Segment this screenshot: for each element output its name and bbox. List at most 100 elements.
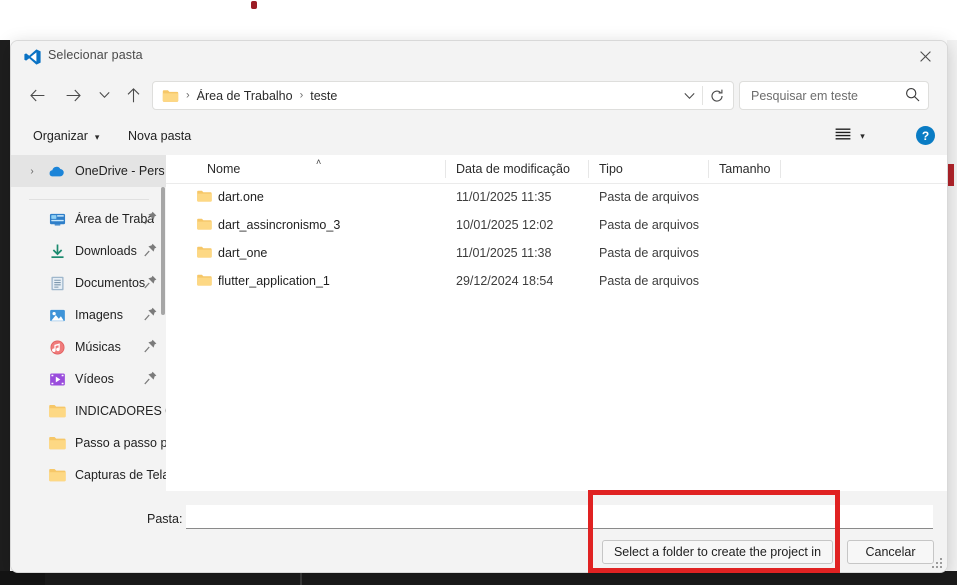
column-header-tipo-label: Tipo <box>599 162 623 176</box>
table-row[interactable]: dart_one 11/01/2025 11:38 Pasta de arquivo… <box>166 239 947 267</box>
vscode-icon <box>24 49 41 65</box>
sidebar-item-label: Downloads <box>75 244 137 258</box>
sidebar-item-downloads[interactable]: Downloads <box>11 235 166 267</box>
arrow-right-icon[interactable] <box>58 80 88 110</box>
address-bar[interactable]: › Área de Trabalho › teste <box>152 81 734 110</box>
breadcrumb-item-1[interactable]: teste <box>310 89 337 103</box>
column-header-data[interactable]: Data de modificação <box>445 155 588 183</box>
help-icon[interactable]: ? <box>916 126 935 145</box>
search-input[interactable] <box>751 88 891 103</box>
breadcrumb-separator-0: › <box>186 89 190 101</box>
cell-name: dart.one <box>218 190 264 204</box>
music-icon <box>47 338 67 356</box>
pin-icon[interactable] <box>144 307 157 326</box>
sidebar-item-label: Imagens <box>75 308 123 322</box>
sidebar-item-passo-a-passo-pa[interactable]: Passo a passo pa <box>11 427 166 459</box>
table-row[interactable]: dart_assincronismo_3 10/01/2025 12:02 Past… <box>166 211 947 239</box>
sidebar-item-label: Passo a passo pa <box>75 436 166 450</box>
column-header-tipo[interactable]: Tipo <box>588 155 708 183</box>
file-list-header: Nome ˄ Data de modificação Tipo Tamanho <box>166 155 947 184</box>
address-dropdown-chevron-down-icon[interactable] <box>676 82 702 109</box>
background-left-panel <box>0 40 10 573</box>
breadcrumb-separator-1: › <box>299 89 304 101</box>
background-right-strip <box>947 40 957 573</box>
folder-icon <box>47 434 67 452</box>
cell-modified: 11/01/2025 11:38 <box>456 246 552 260</box>
background-bottom-segment <box>0 571 45 585</box>
cell-type: Pasta de arquivos <box>599 274 700 288</box>
organize-label: Organizar <box>33 129 88 143</box>
folder-name-input[interactable] <box>186 505 933 529</box>
sidebar-item-documentos[interactable]: Documentos <box>11 267 166 299</box>
search-icon[interactable] <box>905 87 920 107</box>
table-row[interactable]: dart.one 11/01/2025 11:35 Pasta de arquivo… <box>166 183 947 211</box>
file-list: Nome ˄ Data de modificação Tipo Tamanho <box>166 155 947 491</box>
organize-menu-button[interactable]: Organizar ▾ <box>24 123 108 149</box>
list-view-icon <box>835 127 851 145</box>
sidebar-item-capturas-de-tela[interactable]: Capturas de Tela <box>11 459 166 491</box>
pin-icon[interactable] <box>144 275 157 294</box>
pin-icon[interactable] <box>144 243 157 262</box>
command-bar: Organizar ▾ Nova pasta ▾ ? <box>11 117 947 155</box>
select-folder-dialog: Selecionar pasta › Área de Trabalho › te… <box>10 40 948 573</box>
folder-icon <box>162 89 179 103</box>
cell-type: Pasta de arquivos <box>599 218 700 232</box>
navigation-bar: › Área de Trabalho › teste <box>11 72 947 117</box>
column-header-data-label: Data de modificação <box>456 162 570 176</box>
folder-icon <box>196 273 213 287</box>
breadcrumb: › Área de Trabalho › teste <box>179 89 337 103</box>
sidebar-item-label: Músicas <box>75 340 121 354</box>
sidebar-item-indicadores-0[interactable]: INDICADORES 0 <box>11 395 166 427</box>
cell-modified: 10/01/2025 12:02 <box>456 218 554 232</box>
cell-type: Pasta de arquivos <box>599 190 700 204</box>
view-options-button[interactable]: ▾ <box>825 123 875 149</box>
chevron-down-icon[interactable] <box>91 80 117 110</box>
background-right-red-marker <box>948 164 954 186</box>
arrow-up-icon[interactable] <box>118 80 148 110</box>
cell-type: Pasta de arquivos <box>599 246 700 260</box>
pin-icon[interactable] <box>144 371 157 390</box>
table-row[interactable]: flutter_application_1 29/12/2024 18:54 Pas… <box>166 267 947 295</box>
search-box[interactable] <box>739 81 929 110</box>
sidebar-item-m-sicas[interactable]: Músicas <box>11 331 166 363</box>
videos-icon <box>47 370 67 388</box>
dialog-footer: Pasta: Select a folder to create the pro… <box>11 491 947 572</box>
breadcrumb-item-0[interactable]: Área de Trabalho <box>197 89 293 103</box>
sidebar-divider <box>29 199 149 200</box>
close-icon[interactable] <box>903 41 947 72</box>
background-red-dot <box>251 1 257 9</box>
cell-modified: 29/12/2024 18:54 <box>456 274 554 288</box>
cell-name: flutter_application_1 <box>218 274 330 288</box>
resize-grip[interactable] <box>932 558 943 569</box>
cell-modified: 11/01/2025 11:35 <box>456 190 552 204</box>
title-bar: Selecionar pasta <box>11 41 947 72</box>
arrow-left-icon[interactable] <box>22 80 52 110</box>
sidebar-item-rea-de-traba[interactable]: Área de Traba <box>11 203 166 235</box>
onedrive-cloud-icon <box>47 162 67 180</box>
select-folder-button[interactable]: Select a folder to create the project in <box>602 540 833 564</box>
cell-name: dart_assincronismo_3 <box>218 218 341 232</box>
documents-icon <box>47 274 67 292</box>
pin-icon[interactable] <box>144 211 157 230</box>
sidebar-item-onedrive-pers[interactable]: › OneDrive - Pers <box>11 155 166 187</box>
chevron-down-icon: ▾ <box>860 130 865 141</box>
cell-name: dart_one <box>218 246 268 260</box>
background-top <box>0 0 957 40</box>
column-separator-3[interactable] <box>780 160 781 178</box>
chevron-right-icon[interactable]: › <box>21 166 43 177</box>
navigation-sidebar: › OneDrive - Pers Área de Traba Downloads Do… <box>11 155 166 491</box>
folder-icon <box>196 189 213 203</box>
background-bottom-divider <box>300 571 302 585</box>
sidebar-item-v-deos[interactable]: Vídeos <box>11 363 166 395</box>
pin-icon[interactable] <box>144 339 157 358</box>
sidebar-item-imagens[interactable]: Imagens <box>11 299 166 331</box>
folder-icon <box>47 402 67 420</box>
sort-ascending-icon: ˄ <box>316 157 322 167</box>
refresh-icon[interactable] <box>703 82 731 109</box>
folder-icon <box>47 466 67 484</box>
column-header-tamanho[interactable]: Tamanho <box>708 155 780 183</box>
new-folder-label: Nova pasta <box>128 129 192 143</box>
column-header-nome-label: Nome <box>207 162 241 176</box>
cancel-button[interactable]: Cancelar <box>847 540 934 564</box>
new-folder-button[interactable]: Nova pasta <box>119 123 200 149</box>
